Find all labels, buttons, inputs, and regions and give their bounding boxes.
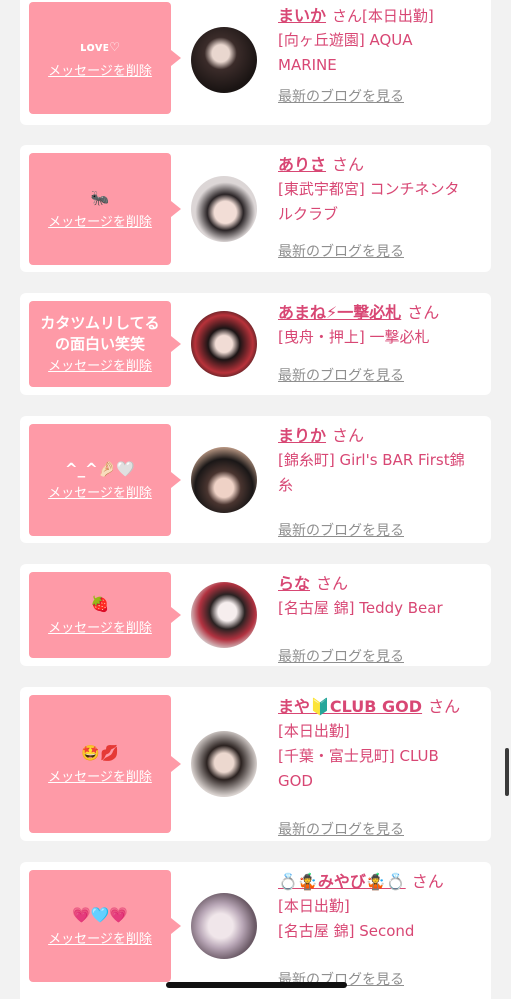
scrollbar[interactable] [505, 748, 509, 796]
message-card: ʟᴏᴠᴇ♡ メッセージを削除 まいか さん[本日出勤] [向ヶ丘遊園] AQUA … [20, 0, 491, 125]
latest-blog-link[interactable]: 最新のブログを見る [278, 819, 404, 839]
message-text: カタツムリしてる [40, 314, 160, 332]
message-card: 🐜 メッセージを削除 ありさ さん [東武宇都宮] コンチネンタ ルクラブ 最新の… [20, 145, 491, 272]
latest-blog-link[interactable]: 最新のブログを見る [278, 365, 404, 385]
message-text: の面白い笑笑 [54, 335, 145, 353]
delete-message-link[interactable]: メッセージを削除 [48, 770, 152, 786]
avatar[interactable] [191, 27, 257, 93]
message-bubble: 🤩💋 メッセージを削除 [29, 695, 181, 833]
shift-badge: [本日出勤] [362, 7, 434, 25]
message-text: ^_^🤌🏻🤍 [65, 459, 135, 478]
honorific: さん [407, 303, 440, 322]
avatar[interactable] [191, 311, 257, 377]
message-text: 🍓 [90, 594, 110, 613]
message-bubble: 🐜 メッセージを削除 [29, 153, 181, 265]
shop-info: 糸 [278, 476, 294, 494]
shift-badge: [本日出勤] [278, 722, 350, 740]
message-text: ʟᴏᴠᴇ♡ [80, 39, 120, 54]
cast-name-link[interactable]: 💍🤹みやび🤹💍 [278, 872, 406, 891]
latest-blog-link[interactable]: 最新のブログを見る [278, 646, 404, 666]
message-bubble: ʟᴏᴠᴇ♡ メッセージを削除 [29, 2, 181, 114]
honorific: さん [316, 574, 349, 593]
cast-name-link[interactable]: まいか [278, 6, 326, 25]
delete-message-link[interactable]: メッセージを削除 [48, 359, 152, 375]
shift-badge: [本日出勤] [278, 897, 350, 915]
cast-name-link[interactable]: ありさ [278, 155, 326, 174]
honorific: さん [411, 872, 444, 891]
shop-info: ルクラブ [278, 205, 339, 223]
message-bubble: 💗🩵💗 メッセージを削除 [29, 870, 181, 982]
shop-info: [名古屋 錦] Second [278, 922, 415, 940]
home-indicator[interactable] [166, 982, 347, 988]
latest-blog-link[interactable]: 最新のブログを見る [278, 86, 404, 106]
message-card: 🤩💋 メッセージを削除 まや🔰CLUB GOD さん [本日出勤] [千葉・富士見… [20, 687, 491, 841]
avatar[interactable] [191, 176, 257, 242]
cast-name-link[interactable]: あまね⚡一撃必札 [278, 303, 401, 322]
message-card: 🍓 メッセージを削除 らな さん [名古屋 錦] Teddy Bear 最新のブロ… [20, 564, 491, 666]
shop-info: MARINE [278, 56, 337, 74]
shop-info: [名古屋 錦] Teddy Bear [278, 599, 443, 617]
shop-info: [曳舟・押上] 一撃必札 [278, 328, 430, 346]
cast-name-link[interactable]: まや🔰CLUB GOD [278, 697, 422, 716]
shop-info: [千葉・富士見町] CLUB [278, 747, 439, 765]
honorific: さん [332, 155, 365, 174]
latest-blog-link[interactable]: 最新のブログを見る [278, 520, 404, 540]
shop-info: [向ヶ丘遊園] AQUA [278, 31, 413, 49]
message-bubble: ^_^🤌🏻🤍 メッセージを削除 [29, 424, 181, 536]
honorific: さん [332, 426, 365, 445]
message-text: 💗🩵💗 [71, 905, 129, 924]
latest-blog-link[interactable]: 最新のブログを見る [278, 241, 404, 261]
message-bubble: カタツムリしてる の面白い笑笑 メッセージを削除 [29, 301, 181, 387]
delete-message-link[interactable]: メッセージを削除 [48, 64, 152, 80]
message-bubble: 🍓 メッセージを削除 [29, 572, 181, 658]
honorific: さん [332, 7, 363, 25]
shop-info: GOD [278, 772, 313, 790]
shop-info: [錦糸町] Girl's BAR First錦 [278, 451, 465, 469]
avatar[interactable] [191, 893, 257, 959]
delete-message-link[interactable]: メッセージを削除 [48, 621, 152, 637]
avatar[interactable] [191, 731, 257, 797]
delete-message-link[interactable]: メッセージを削除 [48, 486, 152, 502]
delete-message-link[interactable]: メッセージを削除 [48, 215, 152, 231]
message-text: 🤩💋 [81, 743, 119, 762]
cast-name-link[interactable]: まりか [278, 426, 326, 445]
cast-name-link[interactable]: らな [278, 574, 310, 593]
message-text: 🐜 [90, 188, 110, 207]
avatar[interactable] [191, 582, 257, 648]
shop-info: [東武宇都宮] コンチネンタ [278, 180, 460, 198]
message-card: ^_^🤌🏻🤍 メッセージを削除 まりか さん [錦糸町] Girl's BAR F… [20, 416, 491, 543]
message-card: カタツムリしてる の面白い笑笑 メッセージを削除 あまね⚡一撃必札 さん [曳舟・… [20, 293, 491, 395]
avatar[interactable] [191, 447, 257, 513]
delete-message-link[interactable]: メッセージを削除 [48, 932, 152, 948]
honorific: さん [428, 697, 461, 716]
message-card: 💗🩵💗 メッセージを削除 💍🤹みやび🤹💍 さん [本日出勤] [名古屋 錦] Se… [20, 862, 491, 999]
